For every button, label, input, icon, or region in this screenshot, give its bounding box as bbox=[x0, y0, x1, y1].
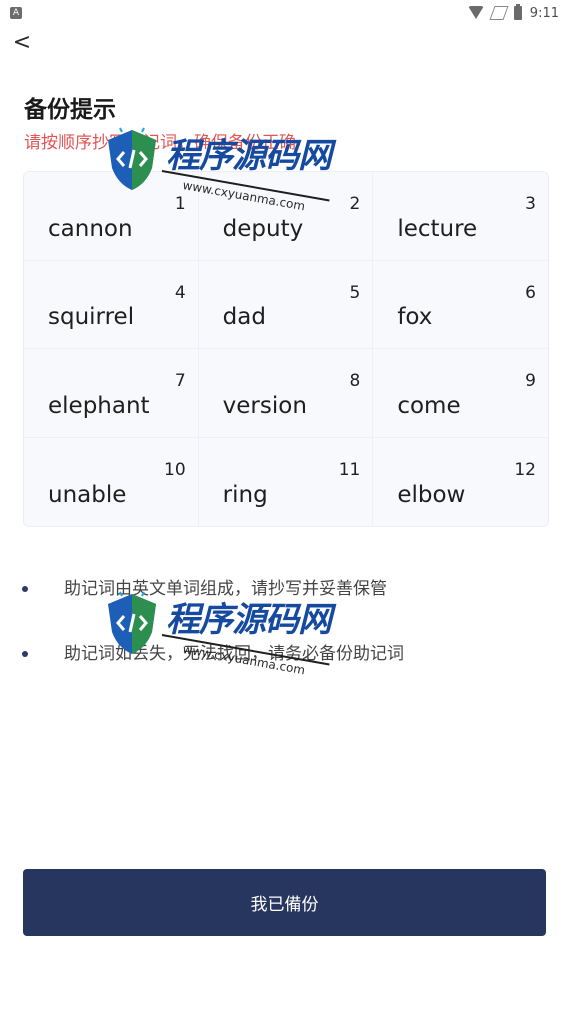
word-cell-7: 7 elephant bbox=[24, 349, 199, 438]
word-index: 8 bbox=[349, 371, 361, 391]
word-text: ring bbox=[222, 482, 268, 508]
word-text: fox bbox=[397, 304, 433, 330]
page-title: 备份提示 bbox=[24, 97, 116, 123]
page-subtitle: 请按顺序抄写助记词，确保备份正确 bbox=[24, 133, 296, 153]
back-button[interactable]: < bbox=[10, 29, 34, 55]
word-cell-5: 5 dad bbox=[198, 260, 374, 349]
tip-text: 助记词如丢失，无法找回，请务必备份助记词 bbox=[64, 644, 404, 664]
word-index: 5 bbox=[349, 282, 361, 303]
app-icon: A bbox=[10, 7, 22, 19]
back-icon: < bbox=[12, 29, 32, 55]
word-index: 7 bbox=[174, 371, 186, 391]
word-cell-10: 10 unable bbox=[24, 437, 199, 526]
status-right: 9:11 bbox=[467, 4, 559, 21]
word-index: 12 bbox=[514, 459, 536, 480]
word-text: come bbox=[397, 392, 461, 419]
word-text: unable bbox=[48, 482, 127, 508]
word-index: 4 bbox=[174, 282, 186, 303]
word-cell-8: 8 version bbox=[198, 349, 374, 438]
word-text: elbow bbox=[397, 482, 466, 508]
word-cell-3: 3 lecture bbox=[373, 172, 548, 261]
wifi-icon bbox=[467, 6, 484, 20]
tip-item: 助记词如丢失，无法找回，请务必备份助记词 bbox=[20, 637, 540, 702]
tip-item: 助记词由英文单词组成，请抄写并妥善保管 bbox=[20, 572, 540, 637]
confirm-backup-button[interactable]: 我已備份 bbox=[23, 869, 546, 936]
word-cell-1: 1 cannon bbox=[24, 172, 199, 261]
word-text: dad bbox=[222, 304, 266, 330]
word-cell-6: 6 fox bbox=[373, 260, 548, 349]
word-cell-9: 9 come bbox=[373, 349, 548, 438]
backup-tips: 助记词由英文单词组成，请抄写并妥善保管 助记词如丢失，无法找回，请务必备份助记词 bbox=[20, 572, 540, 702]
bullet-icon bbox=[22, 586, 28, 592]
status-bar: A 9:11 bbox=[0, 0, 569, 26]
word-index: 9 bbox=[525, 371, 536, 391]
word-text: lecture bbox=[397, 215, 478, 242]
signal-icon bbox=[489, 6, 509, 20]
word-text: cannon bbox=[48, 215, 133, 242]
word-text: deputy bbox=[222, 215, 304, 242]
word-cell-11: 11 ring bbox=[198, 437, 374, 526]
bullet-icon bbox=[22, 651, 28, 657]
word-index: 6 bbox=[525, 282, 536, 303]
status-time: 9:11 bbox=[529, 5, 559, 21]
word-text: elephant bbox=[48, 392, 150, 419]
word-index: 1 bbox=[174, 194, 186, 214]
mnemonic-grid: 1 cannon 2 deputy 3 lecture 4 squirrel 5… bbox=[23, 171, 549, 527]
tip-text: 助记词由英文单词组成，请抄写并妥善保管 bbox=[64, 579, 387, 599]
word-cell-12: 12 elbow bbox=[373, 437, 548, 526]
word-index: 11 bbox=[338, 459, 361, 480]
word-cell-4: 4 squirrel bbox=[24, 260, 199, 349]
word-index: 2 bbox=[349, 194, 361, 214]
battery-icon bbox=[513, 4, 522, 20]
word-text: squirrel bbox=[48, 304, 135, 330]
status-left: A bbox=[10, 7, 22, 19]
word-index: 10 bbox=[164, 459, 186, 480]
word-text: version bbox=[222, 392, 307, 419]
word-index: 3 bbox=[525, 194, 536, 214]
word-cell-2: 2 deputy bbox=[198, 172, 374, 261]
